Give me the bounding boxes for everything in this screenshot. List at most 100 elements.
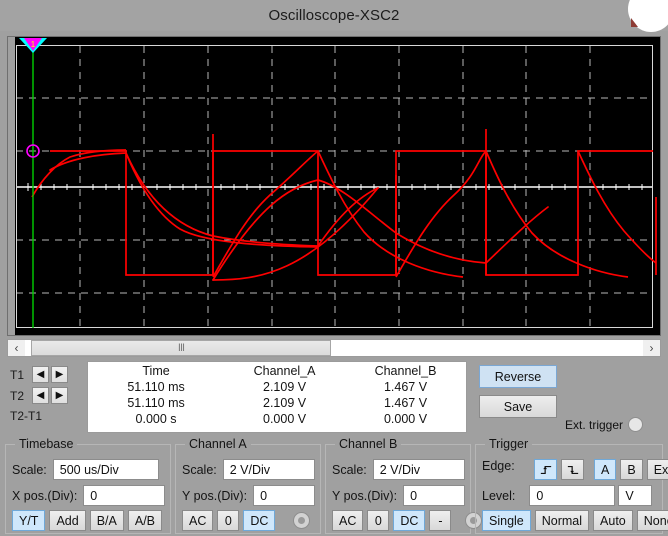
trigger-mode-single[interactable]: Single (482, 510, 531, 531)
channel-a-coupling-0[interactable]: 0 (217, 510, 240, 531)
measurement-area: T1 ◀ ▶ T2 ◀ ▶ T2-T1 Time Channel_A Chann… (7, 361, 661, 435)
waveform-display[interactable]: 1 (7, 36, 661, 336)
trigger-mode-buttons: Single Normal Auto None (482, 510, 668, 531)
table-row: 51.110 ms 2.109 V 1.467 V (88, 379, 466, 395)
trigger-mode-auto[interactable]: Auto (593, 510, 633, 531)
timebase-mode-ba[interactable]: B/A (89, 510, 124, 531)
channel-b-ypos-row: Y pos.(Div): 0 (332, 485, 466, 506)
channel-b-coupling-0[interactable]: 0 (367, 510, 390, 531)
cell-t2-channel-a: 2.109 V (263, 396, 307, 410)
rising-edge-icon[interactable] (534, 459, 557, 480)
trigger-level-row: Level: 0 V (482, 485, 653, 506)
timebase-xpos-input[interactable]: 0 (83, 485, 166, 506)
table-row: 0.000 s 0.000 V 0.000 V (88, 411, 466, 427)
timebase-scale-row: Scale: 500 us/Div (12, 459, 159, 480)
scroll-track[interactable]: III (25, 340, 643, 356)
channel-a-coupling-ac[interactable]: AC (182, 510, 214, 531)
save-button[interactable]: Save (479, 395, 557, 418)
trigger-source-ext[interactable]: Ext (646, 459, 668, 480)
cursor-delta-label: T2-T1 (10, 409, 43, 423)
cursor-1-handle[interactable]: 1 (19, 38, 47, 53)
trigger-edge-row: Edge: (482, 459, 515, 473)
scroll-right-button[interactable]: › (643, 340, 660, 356)
cell-t1-channel-b: 1.467 V (383, 380, 428, 394)
trigger-edge-buttons: A B Ext (534, 459, 668, 480)
channel-b-coupling-buttons: AC 0 DC - (332, 510, 483, 531)
channel-b-scale-row: Scale: 2 V/Div (332, 459, 465, 480)
timebase-panel: Timebase Scale: 500 us/Div X pos.(Div): … (5, 437, 171, 534)
ext-trigger-terminal[interactable] (628, 417, 644, 432)
cursor-t1-right-button[interactable]: ▶ (51, 366, 68, 383)
cell-t1-time: 51.110 ms (127, 380, 185, 394)
trigger-source-b[interactable]: B (620, 459, 643, 480)
cursor-t1-row: T1 ◀ ▶ (10, 365, 85, 384)
cell-delta-channel-a: 0.000 V (263, 412, 307, 426)
table-row: 51.110 ms 2.109 V 1.467 V (88, 395, 466, 411)
cell-delta-channel-b: 0.000 V (383, 412, 428, 426)
timebase-mode-ab[interactable]: A/B (127, 510, 163, 531)
cursor-overlay-blob (628, 0, 668, 32)
channel-a-terminal[interactable] (293, 512, 311, 529)
channel-b-title: Channel B (335, 437, 402, 451)
trigger-level-input[interactable]: 0 (529, 485, 616, 506)
table-header-row: Time Channel_A Channel_B (88, 362, 466, 379)
action-buttons: Reverse Save (479, 365, 557, 425)
trigger-mode-normal[interactable]: Normal (534, 510, 590, 531)
channel-a-coupling-buttons: AC 0 DC (182, 510, 311, 531)
timebase-scale-label: Scale: (12, 462, 47, 477)
ext-trigger-terminal-group: Ext. trigger (565, 417, 644, 432)
trigger-mode-none[interactable]: None (636, 510, 668, 531)
cursor-t1-label: T1 (10, 367, 25, 382)
falling-edge-icon[interactable] (561, 459, 584, 480)
cursor-t1-left-button[interactable]: ◀ (32, 366, 49, 383)
cell-t2-time: 51.110 ms (127, 396, 185, 410)
reverse-button[interactable]: Reverse (479, 365, 557, 388)
channel-b-ypos-input[interactable]: 0 (403, 485, 466, 506)
trigger-title: Trigger (485, 437, 533, 451)
channel-a-title: Channel A (185, 437, 251, 451)
cursor-1-label: 1 (31, 40, 36, 49)
channel-b-ypos-label: Y pos.(Div): (332, 488, 398, 503)
scroll-left-button[interactable]: ‹ (8, 340, 25, 356)
channel-a-ypos-input[interactable]: 0 (253, 485, 316, 506)
trigger-panel: Trigger Edge: A B Ex Level: 0 V Single N… (475, 437, 668, 534)
channel-b-scale-label: Scale: (332, 462, 367, 477)
channel-a-scale-label: Scale: (182, 462, 217, 477)
trigger-level-label: Level: (482, 488, 516, 503)
measurement-table: Time Channel_A Channel_B 51.110 ms 2.109… (87, 361, 467, 433)
channel-a-panel: Channel A Scale: 2 V/Div Y pos.(Div): 0 … (175, 437, 321, 534)
timebase-mode-buttons: Y/T Add B/A A/B (12, 510, 163, 531)
cell-t2-channel-b: 1.467 V (383, 396, 428, 410)
timebase-mode-yt[interactable]: Y/T (12, 510, 46, 531)
channel-b-coupling-dc[interactable]: DC (393, 510, 426, 531)
cursor-overlay[interactable] (8, 37, 661, 336)
cursor-t2-left-button[interactable]: ◀ (32, 387, 49, 404)
cell-delta-time: 0.000 s (135, 412, 177, 426)
channel-a-ypos-row: Y pos.(Div): 0 (182, 485, 316, 506)
timebase-scale-input[interactable]: 500 us/Div (52, 459, 159, 480)
trigger-edge-label: Edge: (482, 459, 515, 473)
timebase-title: Timebase (15, 437, 78, 451)
timebase-xpos-label: X pos.(Div): (12, 488, 78, 503)
channel-a-coupling-dc[interactable]: DC (243, 510, 276, 531)
channel-b-coupling-ac[interactable]: AC (332, 510, 364, 531)
timebase-xpos-row: X pos.(Div): 0 (12, 485, 166, 506)
horizontal-scrollbar[interactable]: ‹ III › (7, 339, 661, 357)
header-time: Time (142, 364, 170, 378)
timebase-mode-add[interactable]: Add (49, 510, 86, 531)
header-channel-b: Channel_B (374, 364, 437, 378)
channel-a-scale-input[interactable]: 2 V/Div (222, 459, 315, 480)
cursor-t2-label: T2 (10, 388, 25, 403)
scroll-thumb[interactable]: III (31, 340, 331, 356)
channel-b-invert-button[interactable]: - (429, 510, 452, 531)
cursor-t2-right-button[interactable]: ▶ (51, 387, 68, 404)
cursor-controls: T1 ◀ ▶ T2 ◀ ▶ T2-T1 (10, 365, 85, 433)
trigger-source-a[interactable]: A (594, 459, 617, 480)
control-panels: Timebase Scale: 500 us/Div X pos.(Div): … (0, 437, 668, 536)
scroll-thumb-grip: III (177, 342, 185, 354)
window-title-bar: Oscilloscope-XSC2 (0, 0, 668, 32)
ext-trigger-label: Ext. trigger (565, 417, 624, 432)
trigger-level-unit[interactable]: V (618, 485, 653, 506)
channel-b-scale-input[interactable]: 2 V/Div (372, 459, 465, 480)
cursor-t2-row: T2 ◀ ▶ (10, 386, 85, 405)
